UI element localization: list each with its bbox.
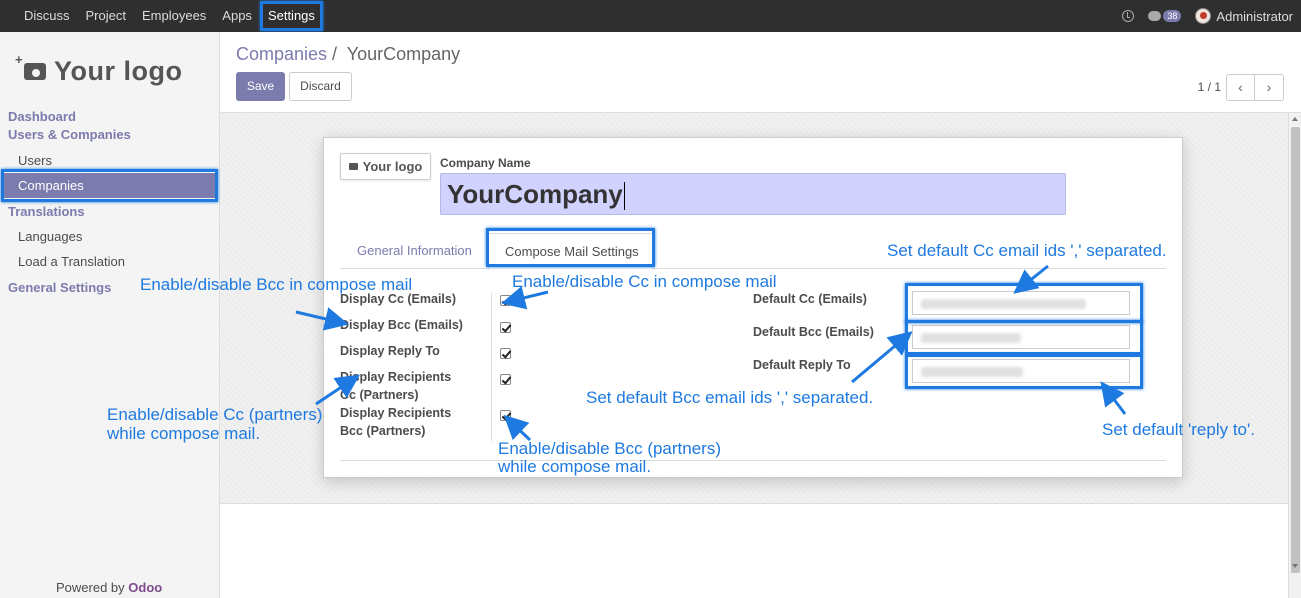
compose-tab-highlight-box: [486, 228, 655, 267]
breadcrumb: Companies / YourCompany: [236, 44, 460, 65]
nav-project[interactable]: Project: [78, 0, 134, 32]
display-recipients-bcc-line1: Display Recipients: [340, 406, 452, 420]
pager-previous-button[interactable]: ‹: [1226, 74, 1255, 101]
display-cc-emails-checkbox[interactable]: [500, 295, 511, 306]
nav-apps[interactable]: Apps: [214, 0, 260, 32]
default-cc-emails-label: Default Cc (Emails): [753, 292, 867, 306]
save-button[interactable]: Save: [236, 72, 285, 101]
company-name-value: YourCompany: [447, 179, 623, 209]
display-reply-to-checkbox[interactable]: [500, 348, 511, 359]
control-panel: Companies / YourCompany Save Discard 1 /…: [220, 32, 1301, 113]
top-navbar: Discuss Project Employees Apps Settings …: [0, 0, 1301, 32]
user-avatar: [1195, 8, 1212, 24]
user-menu[interactable]: Administrator: [1195, 8, 1293, 24]
display-recipients-cc-line2: Cc (Partners): [340, 388, 419, 402]
scrollbar-thumb[interactable]: [1291, 127, 1300, 573]
sidebar: Your logo Dashboard Users & Companies Us…: [0, 32, 220, 598]
discard-button[interactable]: Discard: [289, 72, 352, 101]
sheet-bottom-divider: [340, 460, 1166, 461]
sidebar-group-users-companies[interactable]: Users & Companies: [0, 126, 220, 144]
sidebar-item-languages[interactable]: Languages: [0, 224, 220, 249]
display-reply-to-label: Display Reply To: [340, 344, 440, 358]
annotation-bcc-compose: Enable/disable Bcc in compose mail: [140, 275, 413, 294]
odoo-link[interactable]: Odoo: [128, 580, 162, 595]
nav-discuss[interactable]: Discuss: [16, 0, 78, 32]
settings-highlight-box: [259, 1, 323, 31]
pager-next-button[interactable]: ›: [1255, 74, 1284, 101]
camera-icon: [348, 163, 358, 170]
display-recipients-bcc-line2: Bcc (Partners): [340, 424, 426, 438]
display-recipients-cc-line1: Display Recipients: [340, 370, 452, 384]
scroll-up-icon[interactable]: [1292, 117, 1298, 121]
text-caret: [623, 182, 625, 211]
sidebar-item-dashboard[interactable]: Dashboard: [0, 108, 220, 126]
annotation-cc-partners-1: Enable/disable Cc (partners): [107, 405, 323, 424]
display-recipients-cc-checkbox[interactable]: [500, 374, 511, 385]
sidebar-item-load-translation[interactable]: Load a Translation: [0, 249, 220, 274]
company-logo[interactable]: Your logo: [15, 46, 199, 96]
company-logo-text: Your logo: [362, 159, 423, 174]
form-sheet: Your logo Company Name YourCompany Gener…: [323, 137, 1183, 478]
chat-bubble-icon: [1148, 11, 1162, 21]
powered-prefix: Powered by: [56, 580, 125, 595]
companies-highlight-box: [1, 169, 218, 202]
app-menu: Discuss Project Employees Apps Settings: [0, 0, 323, 32]
scroll-down-icon[interactable]: [1292, 564, 1298, 568]
chevron-right-icon: ›: [1266, 79, 1272, 95]
breadcrumb-companies[interactable]: Companies: [236, 44, 327, 64]
activity-clock-icon[interactable]: [1122, 10, 1135, 22]
sidebar-group-translations[interactable]: Translations: [0, 203, 220, 221]
tab-compose-mail-settings[interactable]: Compose Mail Settings: [486, 228, 655, 270]
logo-text: Your logo: [54, 55, 183, 86]
pager-value: 1 / 1: [1197, 80, 1221, 94]
display-bcc-emails-checkbox[interactable]: [500, 322, 511, 333]
company-name-label: Company Name: [440, 156, 531, 170]
annotation-default-cc: Set default Cc email ids ',' separated.: [887, 241, 1167, 260]
settings-menu: Dashboard Users & Companies Users Compan…: [0, 108, 220, 297]
display-recipients-bcc-checkbox[interactable]: [500, 410, 511, 421]
bcc-input-highlight-box: [905, 320, 1143, 355]
display-recipients-bcc-label: Display Recipients Bcc (Partners): [340, 404, 451, 440]
default-bcc-emails-label: Default Bcc (Emails): [753, 325, 874, 339]
sidebar-item-companies[interactable]: Companies: [1, 169, 218, 202]
messages-menu[interactable]: 38: [1148, 10, 1182, 22]
camera-add-icon: [15, 52, 46, 80]
message-count-badge: 38: [1163, 10, 1182, 22]
nav-employees[interactable]: Employees: [134, 0, 214, 32]
breadcrumb-separator: /: [327, 44, 343, 64]
cc-input-highlight-box: [905, 283, 1143, 323]
default-reply-to-label: Default Reply To: [753, 358, 851, 372]
annotation-bcc-partners-1: Enable/disable Bcc (partners): [498, 439, 722, 458]
annotation-bcc-partners-2: while compose mail.: [498, 457, 652, 476]
annotation-cc-compose: Enable/disable Cc in compose mail: [512, 272, 777, 291]
breadcrumb-current: YourCompany: [346, 44, 461, 64]
systray: 38 Administrator: [1122, 0, 1293, 32]
chevron-left-icon: ‹: [1238, 79, 1243, 95]
column-divider: [491, 293, 492, 441]
company-name-input[interactable]: YourCompany: [440, 173, 1066, 215]
form-view-footer-area: [220, 503, 1288, 598]
tab-general-information[interactable]: General Information: [357, 233, 472, 269]
company-logo-field[interactable]: Your logo: [340, 153, 431, 180]
annotation-cc-partners-2: while compose mail.: [107, 424, 261, 443]
reply-to-input-highlight-box: [905, 354, 1143, 389]
display-bcc-emails-label: Display Bcc (Emails): [340, 318, 463, 332]
scrollbar[interactable]: [1288, 113, 1301, 598]
display-recipients-cc-label: Display Recipients Cc (Partners): [340, 368, 451, 404]
user-name: Administrator: [1216, 8, 1293, 24]
annotation-default-bcc: Set default Bcc email ids ',' separated.: [586, 388, 874, 407]
nav-settings[interactable]: Settings: [259, 0, 323, 32]
powered-by: Powered by Odoo: [56, 580, 162, 595]
annotation-default-reply: Set default 'reply to'.: [1102, 420, 1255, 439]
